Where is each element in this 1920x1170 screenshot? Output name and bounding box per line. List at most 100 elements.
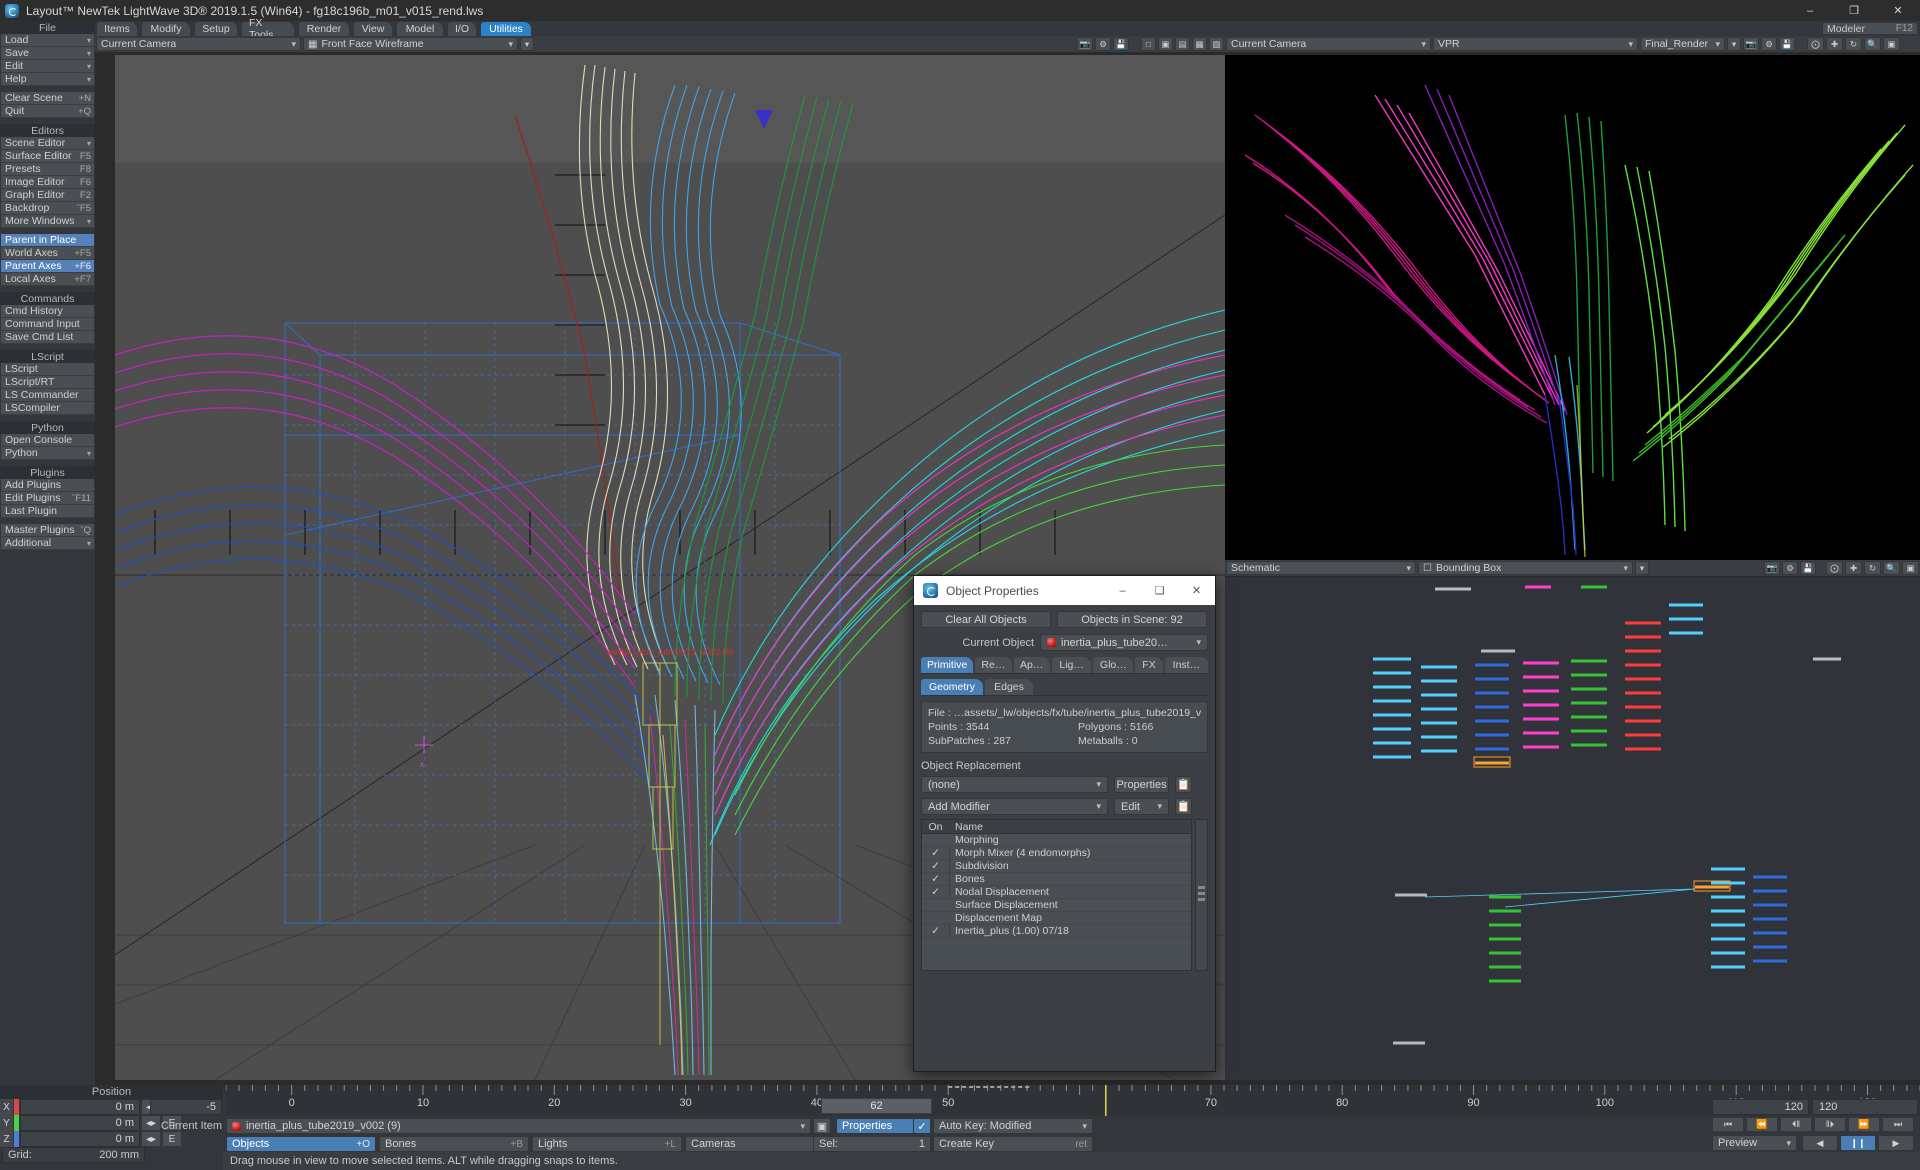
sidebar-item-local-axes[interactable]: Local Axes +F7	[1, 273, 94, 286]
grid-field[interactable]: Grid: 200 mm	[2, 1147, 145, 1163]
maximize-viewport-icon[interactable]: ▣	[1902, 561, 1919, 575]
sidebar-item-presets[interactable]: Presets F8	[1, 163, 94, 176]
dialog-maximize-icon[interactable]: ❑	[1141, 576, 1178, 605]
modifier-row[interactable]: ✓ Nodal Displacement	[922, 886, 1191, 899]
move-icon[interactable]: ✚	[1826, 37, 1843, 51]
modifier-row[interactable]: Morphing	[922, 834, 1191, 847]
sidebar-item-backdrop[interactable]: Backdrop ˇF5	[1, 202, 94, 215]
modifier-row-on[interactable]: ✓	[922, 860, 950, 872]
clear-all-objects-button[interactable]: Clear All Objects	[921, 611, 1051, 628]
create-key-button[interactable]: Create Key ret	[933, 1136, 1093, 1152]
sidebar-item-master-plugins[interactable]: Master Plugins ˇQ	[1, 524, 94, 537]
minimize-icon[interactable]: –	[1788, 0, 1832, 21]
camera-icon[interactable]: 📷	[1764, 561, 1780, 575]
sidebar-item-lscript-rt[interactable]: LScript/RT	[1, 376, 94, 389]
dialog-sub-tab-edges[interactable]: Edges	[985, 679, 1033, 695]
timeline[interactable]: 01020304050708090100110120 62	[225, 1085, 1920, 1116]
modifier-row[interactable]: ✓ Morph Mixer (4 endomorphs)	[922, 847, 1191, 860]
sidebar-item-parent-axes[interactable]: Parent Axes +F6	[1, 260, 94, 273]
select-mode-bones[interactable]: Bones +B	[379, 1136, 529, 1152]
modifier-row[interactable]: ✓ Inertia_plus (1.00) 07/18	[922, 925, 1191, 938]
zoom-icon[interactable]: 🔍	[1864, 37, 1881, 51]
sidebar-item-parent-in-place[interactable]: Parent in Place	[1, 234, 94, 247]
sidebar-item-world-axes[interactable]: World Axes +F5	[1, 247, 94, 260]
center-icon[interactable]: ⨀	[1826, 561, 1843, 575]
sidebar-item-command-input[interactable]: Command Input	[1, 318, 94, 331]
sidebar-item-python[interactable]: Python ▾	[1, 447, 94, 460]
camera-icon[interactable]: 📷	[1077, 37, 1093, 51]
prev-frame-button[interactable]: ⏴‖	[1780, 1117, 1812, 1132]
modifier-row-on[interactable]: ✓	[922, 886, 950, 898]
sidebar-item-edit-plugins[interactable]: Edit Plugins ˇF11	[1, 492, 94, 505]
maximize-icon[interactable]: ❐	[1832, 0, 1876, 21]
schematic-menu-button[interactable]: ▾	[1635, 561, 1649, 575]
sidebar-item-lscompiler[interactable]: LSCompiler	[1, 402, 94, 415]
preview-select[interactable]: Preview ▾	[1712, 1135, 1797, 1151]
left-viewport-mode-select[interactable]: ▦ Front Face Wireframe ▾	[303, 37, 518, 51]
sidebar-item-save[interactable]: Save ▾	[1, 47, 94, 60]
play-reverse-button[interactable]: ◀	[1802, 1135, 1838, 1151]
tab-fx-tools[interactable]: FX Tools	[242, 17, 294, 41]
modifier-row-on[interactable]: ✓	[922, 873, 950, 885]
sidebar-item-additional[interactable]: Additional ▾	[1, 537, 94, 550]
modeler-button[interactable]: Modeler F12	[1822, 22, 1918, 35]
sidebar-item-last-plugin[interactable]: Last Plugin	[1, 505, 94, 518]
viewport-layout-3-icon[interactable]: ▤	[1175, 37, 1190, 51]
position-z-field[interactable]: 0 m	[20, 1131, 140, 1147]
dialog-main-tab-3[interactable]: Lig…	[1051, 657, 1092, 673]
gear-icon[interactable]: ⚙	[1782, 561, 1798, 575]
left-viewport-menu-button[interactable]: ▾	[520, 37, 534, 51]
position-y-field[interactable]: 0 m	[20, 1115, 140, 1131]
add-modifier-select[interactable]: Add Modifier ▾	[921, 798, 1108, 815]
axis-toggle-y[interactable]: Y	[0, 1115, 13, 1131]
sidebar-item-graph-editor[interactable]: Graph Editor F2	[1, 189, 94, 202]
gear-icon[interactable]: ⚙	[1095, 37, 1111, 51]
dialog-main-tab-6[interactable]: Inst…	[1164, 657, 1208, 673]
schematic-viewport[interactable]	[1225, 577, 1920, 1080]
frame-end-field[interactable]: 120	[1712, 1099, 1809, 1115]
tab-model[interactable]: Model	[397, 22, 443, 36]
object-replacement-properties-button[interactable]: Properties	[1114, 776, 1169, 793]
gear-icon[interactable]: ⚙	[1761, 37, 1777, 51]
modifier-row[interactable]: ✓ Bones	[922, 873, 1191, 886]
sidebar-item-lscript[interactable]: LScript	[1, 363, 94, 376]
save-icon[interactable]: 💾	[1113, 37, 1129, 51]
sidebar-item-add-plugins[interactable]: Add Plugins	[1, 479, 94, 492]
sidebar-item-scene-editor[interactable]: Scene Editor ▾	[1, 137, 94, 150]
tab-modify[interactable]: Modify	[142, 22, 190, 36]
timeline-current-frame[interactable]: 62	[821, 1098, 932, 1114]
save-icon[interactable]: 💾	[1779, 37, 1795, 51]
tab-items[interactable]: Items	[97, 22, 137, 36]
viewport-layout-5-icon[interactable]: ▨	[1209, 37, 1224, 51]
sidebar-item-cmd-history[interactable]: Cmd History	[1, 305, 94, 318]
modifier-table-scrollbar[interactable]	[1195, 819, 1208, 971]
modifier-row[interactable]: ✓ Subdivision	[922, 860, 1191, 873]
rotate-icon[interactable]: ↻	[1845, 37, 1862, 51]
modifier-table[interactable]: On Name Morphing ✓ Morph Mixer (4 endomorp…	[921, 819, 1192, 971]
dialog-main-tab-5[interactable]: FX	[1135, 657, 1163, 673]
object-properties-dialog[interactable]: Object Properties – ❑ ✕ Clear All Object…	[913, 575, 1216, 1072]
frame-total-field[interactable]: 120	[1812, 1099, 1918, 1115]
clipboard-icon[interactable]: 📋	[1175, 776, 1192, 793]
sidebar-item-ls-commander[interactable]: LS Commander	[1, 389, 94, 402]
viewport-layout-2-icon[interactable]: ▣	[1158, 37, 1173, 51]
render-preset-select[interactable]: Final_Render ▾	[1640, 37, 1725, 51]
sidebar-item-save-cmd-list[interactable]: Save Cmd List	[1, 331, 94, 344]
select-mode-objects[interactable]: Objects +O	[226, 1136, 376, 1152]
schematic-mode-select[interactable]: ☐ Bounding Box ▾	[1418, 561, 1633, 575]
vpr-render-viewport[interactable]	[1225, 55, 1920, 560]
sidebar-item-clear-scene[interactable]: Clear Scene +N	[1, 92, 94, 105]
dialog-sub-tab-geometry[interactable]: Geometry	[921, 679, 983, 695]
position-x-field[interactable]: 0 m	[20, 1099, 140, 1115]
move-icon[interactable]: ✚	[1845, 561, 1862, 575]
axis-toggle-z[interactable]: Z	[0, 1131, 13, 1147]
modifier-row[interactable]: Surface Displacement	[922, 899, 1191, 912]
frame-start-field[interactable]: -5	[150, 1099, 222, 1115]
right-viewport-mode-select[interactable]: VPR ▾	[1433, 37, 1638, 51]
close-icon[interactable]: ✕	[1876, 0, 1920, 21]
center-icon[interactable]: ⨀	[1807, 37, 1824, 51]
dialog-main-tab-4[interactable]: Glo…	[1093, 657, 1134, 673]
modifier-row-on[interactable]: ✓	[922, 847, 950, 859]
sidebar-item-help[interactable]: Help ▾	[1, 73, 94, 86]
goto-start-button[interactable]: ⏮	[1712, 1117, 1744, 1132]
